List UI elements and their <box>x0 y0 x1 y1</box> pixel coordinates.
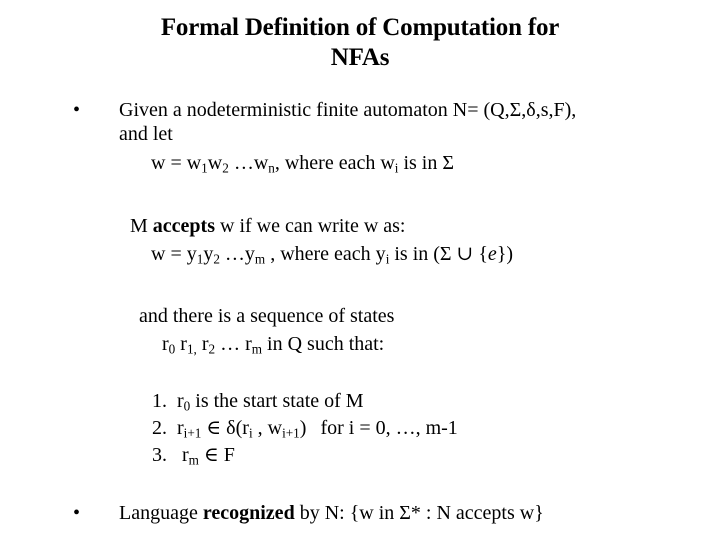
w-sub-1: 1 <box>201 160 208 176</box>
condition-2-sub-c: i+1 <box>282 425 300 441</box>
state-sequence-line: r0 r1, r2 … rm in Q such that: <box>162 332 384 356</box>
bullet1-line1-prefix: Given a nodeterministic finite automaton… <box>119 99 510 121</box>
condition-2-range: for i = 0, …, m-1 <box>320 417 458 439</box>
accepts-keyword: accepts <box>152 215 215 237</box>
sequence-intro-line: and there is a sequence of states <box>139 305 395 327</box>
y-sub-m: m <box>254 251 266 267</box>
epsilon-symbol: e <box>487 243 497 265</box>
title-line-2: NFAs <box>330 44 390 71</box>
condition-3-number: 3. <box>152 444 167 466</box>
state-r: r <box>162 333 169 355</box>
condition-3-r: r <box>177 444 189 466</box>
state-sub-1: 1, <box>186 341 197 357</box>
accepts-prefix: M <box>130 215 153 237</box>
slide-canvas: Formal Definition of Computation for NFA… <box>0 0 720 540</box>
state-r2: r <box>196 333 209 355</box>
page-title: Formal Definition of Computation for NFA… <box>60 13 660 73</box>
condition-2-delta: ∈ δ(r <box>201 417 249 439</box>
w-def-mid: w <box>207 152 223 174</box>
w-def-end: is in Σ <box>398 152 455 174</box>
w-def-dots: …w <box>228 152 269 174</box>
y-def-dots: …y <box>219 243 255 265</box>
y-definition-line: w = y1y2 …ym , where each yi is in (Σ ∪ … <box>151 242 513 266</box>
bullet-marker-2: • <box>73 502 81 524</box>
y-def-end: is in (Σ ∪ { <box>389 243 488 265</box>
bullet2-prefix: Language <box>119 502 203 524</box>
w-def-tail: , where each w <box>274 152 395 174</box>
accepts-line: M accepts w if we can write w as: <box>130 214 406 238</box>
bullet1-line1-suffix: ,s,F), <box>535 99 577 121</box>
state-r1: r <box>175 333 187 355</box>
y-def-close: }) <box>496 243 514 265</box>
condition-1-text: is the start state of M <box>190 390 364 412</box>
condition-item-2: 2. ri+1 ∈ δ(ri , wi+1) for i = 0, …, m-1 <box>152 416 458 440</box>
condition-item-3: 3. rm ∈ F <box>152 443 235 467</box>
y-def-lead: w = y <box>151 243 197 265</box>
bullet2-line: Language recognized by N: {w in Σ* : N a… <box>119 501 544 525</box>
w-sub-n: n <box>268 160 275 176</box>
condition-2-w: , w <box>252 417 283 439</box>
bullet1-line-2: and let <box>119 123 173 145</box>
bullet1-line-1: Given a nodeterministic finite automaton… <box>119 98 576 122</box>
w-definition-line: w = w1w2 …wn, where each wi is in Σ <box>151 151 454 175</box>
condition-2-r: r <box>177 417 184 439</box>
condition-2-number: 2. <box>152 417 167 439</box>
y-sub-2: 2 <box>213 251 220 267</box>
state-tail: in Q such that: <box>262 333 385 355</box>
sigma-symbol: Σ <box>509 99 522 121</box>
w-def-lead: w = w <box>151 152 202 174</box>
condition-2-paren: ) <box>299 417 307 439</box>
title-line-1: Formal Definition of Computation for <box>160 14 560 41</box>
bullet-marker-1: • <box>73 99 81 121</box>
accepts-suffix: w if we can write w as: <box>215 215 406 237</box>
condition-3-text: ∈ F <box>198 444 235 466</box>
state-dots: … r <box>215 333 252 355</box>
condition-2-sub-a: i+1 <box>183 425 202 441</box>
bullet2-keyword: recognized <box>202 502 295 524</box>
y-def-mid: y <box>203 243 214 265</box>
condition-1-number: 1. <box>152 390 167 412</box>
condition-3-sub: m <box>188 452 199 468</box>
y-def-tail: , where each y <box>265 243 386 265</box>
condition-item-1: 1. r0 is the start state of M <box>152 389 364 413</box>
state-sub-m: m <box>251 341 263 357</box>
condition-1-r: r <box>177 390 184 412</box>
bullet2-suffix: by N: {w in Σ* : N accepts w} <box>294 502 544 524</box>
w-sub-2: 2 <box>222 160 229 176</box>
delta-symbol: δ <box>526 99 536 121</box>
